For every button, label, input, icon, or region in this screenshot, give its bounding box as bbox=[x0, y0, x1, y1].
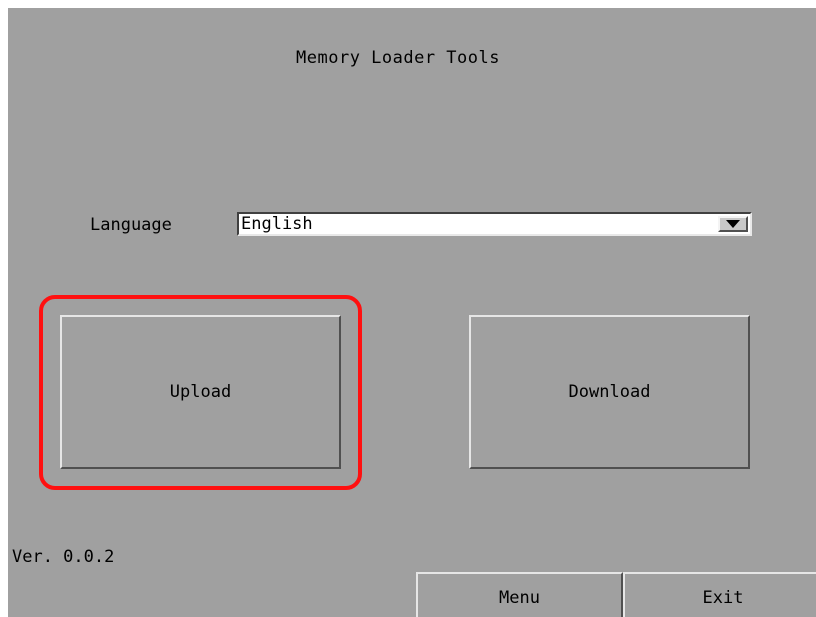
language-select[interactable]: English bbox=[237, 212, 752, 236]
menu-button[interactable]: Menu bbox=[416, 572, 623, 617]
dropdown-arrow-button[interactable] bbox=[718, 216, 748, 232]
memory-loader-screen: Memory Loader Tools Language English Upl… bbox=[8, 8, 816, 617]
download-button[interactable]: Download bbox=[469, 315, 750, 469]
version-text: Ver. 0.0.2 bbox=[12, 547, 115, 567]
language-selected-value: English bbox=[241, 214, 313, 234]
triangle-down-icon bbox=[726, 220, 740, 228]
language-label: Language bbox=[90, 215, 172, 235]
page-title: Memory Loader Tools bbox=[296, 48, 500, 68]
exit-button[interactable]: Exit bbox=[623, 572, 816, 617]
upload-button[interactable]: Upload bbox=[60, 315, 341, 469]
